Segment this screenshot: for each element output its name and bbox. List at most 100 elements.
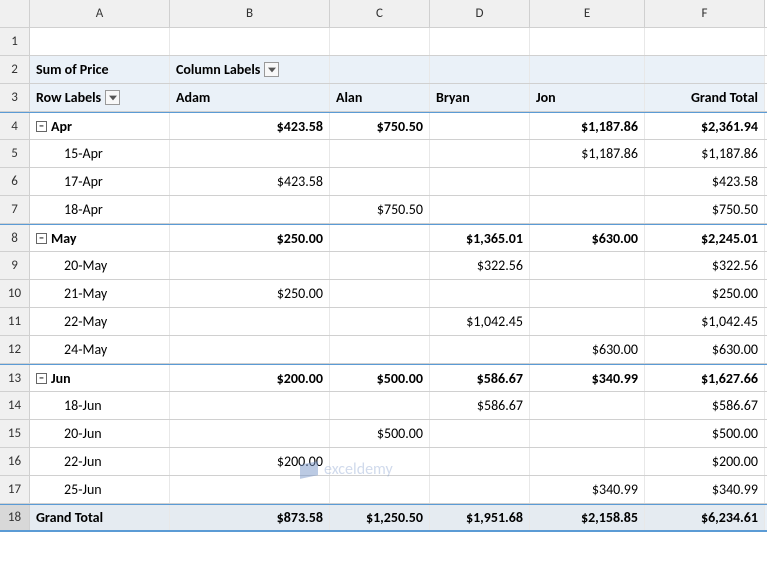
value-cell[interactable]: $340.99 <box>530 365 645 391</box>
row-header[interactable]: 10 <box>0 280 30 307</box>
item-label-cell[interactable]: 15-Apr <box>30 140 170 167</box>
col-header-E[interactable]: E <box>530 0 645 27</box>
grand-total-val[interactable]: $1,250.50 <box>330 505 430 530</box>
value-cell[interactable] <box>330 308 430 335</box>
item-label-cell[interactable]: 18-Jun <box>30 392 170 419</box>
value-cell[interactable]: $586.67 <box>430 392 530 419</box>
value-cell[interactable] <box>170 308 330 335</box>
row-header[interactable]: 6 <box>0 168 30 195</box>
value-cell[interactable]: $630.00 <box>530 225 645 251</box>
col-name-alan[interactable]: Alan <box>330 84 430 111</box>
value-cell[interactable]: $322.56 <box>645 252 765 279</box>
value-cell[interactable]: $340.99 <box>530 476 645 503</box>
value-cell[interactable]: $1,042.45 <box>645 308 765 335</box>
item-label-cell[interactable]: 21-May <box>30 280 170 307</box>
row-header[interactable]: 2 <box>0 56 30 83</box>
select-all-corner[interactable] <box>0 0 30 27</box>
value-cell[interactable]: $630.00 <box>530 336 645 363</box>
column-labels-cell[interactable]: Column Labels <box>170 56 330 83</box>
value-cell[interactable]: $1,187.86 <box>645 140 765 167</box>
cell[interactable] <box>330 28 430 55</box>
col-header-C[interactable]: C <box>330 0 430 27</box>
value-cell[interactable] <box>330 140 430 167</box>
col-header-D[interactable]: D <box>430 0 530 27</box>
group-label-cell[interactable]: −Jun <box>30 365 170 391</box>
col-name-grand-total[interactable]: Grand Total <box>645 84 765 111</box>
col-header-A[interactable]: A <box>30 0 170 27</box>
collapse-button[interactable]: − <box>36 373 47 384</box>
item-label-cell[interactable]: 25-Jun <box>30 476 170 503</box>
row-header[interactable]: 1 <box>0 28 30 55</box>
value-cell[interactable] <box>170 252 330 279</box>
value-cell[interactable] <box>530 448 645 475</box>
value-cell[interactable] <box>330 225 430 251</box>
row-header[interactable]: 15 <box>0 420 30 447</box>
value-cell[interactable]: $630.00 <box>645 336 765 363</box>
collapse-button[interactable]: − <box>36 233 47 244</box>
cell[interactable] <box>330 56 430 83</box>
value-cell[interactable] <box>530 392 645 419</box>
value-cell[interactable]: $340.99 <box>645 476 765 503</box>
grand-total-val[interactable]: $1,951.68 <box>430 505 530 530</box>
cell[interactable] <box>530 28 645 55</box>
cell[interactable] <box>170 28 330 55</box>
item-label-cell[interactable]: 22-Jun <box>30 448 170 475</box>
grand-total-label[interactable]: Grand Total <box>30 505 170 530</box>
value-cell[interactable]: $1,042.45 <box>430 308 530 335</box>
row-header[interactable]: 8 <box>0 225 30 251</box>
row-header[interactable]: 3 <box>0 84 30 111</box>
item-label-cell[interactable]: 24-May <box>30 336 170 363</box>
value-cell[interactable]: $750.50 <box>645 196 765 223</box>
value-cell[interactable] <box>530 196 645 223</box>
row-header[interactable]: 5 <box>0 140 30 167</box>
col-name-jon[interactable]: Jon <box>530 84 645 111</box>
value-cell[interactable] <box>430 113 530 139</box>
item-label-cell[interactable]: 20-Jun <box>30 420 170 447</box>
value-cell[interactable] <box>530 252 645 279</box>
row-labels-filter-button[interactable] <box>105 90 120 105</box>
value-cell[interactable] <box>430 448 530 475</box>
value-cell[interactable] <box>330 168 430 195</box>
row-header[interactable]: 11 <box>0 308 30 335</box>
col-header-F[interactable]: F <box>645 0 765 27</box>
value-cell[interactable] <box>530 308 645 335</box>
value-cell[interactable] <box>430 168 530 195</box>
value-cell[interactable] <box>530 168 645 195</box>
cell[interactable] <box>430 56 530 83</box>
row-header[interactable]: 7 <box>0 196 30 223</box>
value-cell[interactable] <box>330 252 430 279</box>
value-cell[interactable]: $423.58 <box>170 113 330 139</box>
value-cell[interactable]: $423.58 <box>645 168 765 195</box>
value-cell[interactable]: $1,365.01 <box>430 225 530 251</box>
value-cell[interactable] <box>330 392 430 419</box>
grand-total-val[interactable]: $6,234.61 <box>645 505 765 530</box>
cell[interactable] <box>645 28 765 55</box>
value-cell[interactable]: $1,187.86 <box>530 140 645 167</box>
value-cell[interactable]: $200.00 <box>645 448 765 475</box>
value-cell[interactable]: $1,627.66 <box>645 365 765 391</box>
value-cell[interactable] <box>430 420 530 447</box>
row-header[interactable]: 16 <box>0 448 30 475</box>
value-cell[interactable]: $2,245.01 <box>645 225 765 251</box>
row-header[interactable]: 18 <box>0 505 30 530</box>
row-header[interactable]: 14 <box>0 392 30 419</box>
value-cell[interactable] <box>430 280 530 307</box>
grand-total-val[interactable]: $873.58 <box>170 505 330 530</box>
value-cell[interactable]: $200.00 <box>170 365 330 391</box>
value-cell[interactable] <box>170 140 330 167</box>
collapse-button[interactable]: − <box>36 121 47 132</box>
value-cell[interactable]: $250.00 <box>170 225 330 251</box>
row-header[interactable]: 9 <box>0 252 30 279</box>
value-cell[interactable] <box>170 336 330 363</box>
col-name-adam[interactable]: Adam <box>170 84 330 111</box>
value-cell[interactable] <box>530 280 645 307</box>
value-cell[interactable] <box>170 420 330 447</box>
grand-total-val[interactable]: $2,158.85 <box>530 505 645 530</box>
col-header-B[interactable]: B <box>170 0 330 27</box>
value-cell[interactable] <box>430 336 530 363</box>
value-cell[interactable]: $322.56 <box>430 252 530 279</box>
value-cell[interactable]: $750.50 <box>330 196 430 223</box>
row-header[interactable]: 13 <box>0 365 30 391</box>
value-cell[interactable]: $500.00 <box>330 420 430 447</box>
value-cell[interactable]: $500.00 <box>645 420 765 447</box>
